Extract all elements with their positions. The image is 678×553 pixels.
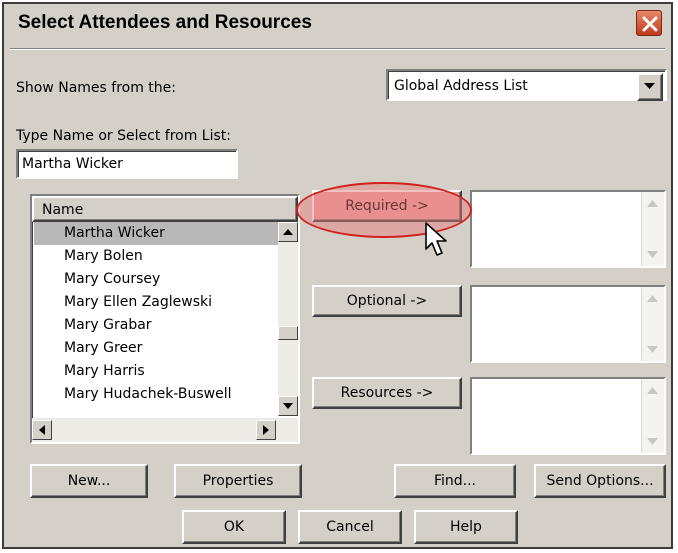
chevron-down-icon [647,346,658,353]
list-item-label: Mary Grabar [64,317,152,333]
properties-button-label: Properties [202,473,274,489]
list-item[interactable]: Mary Harris [34,360,278,383]
list-item[interactable]: Mary Greer [34,337,278,360]
resources-field-scrollbar[interactable] [641,379,664,453]
names-list[interactable]: Name Martha Wicker Mary Bolen Mary Cours… [30,194,300,444]
chevron-up-icon [283,229,293,235]
optional-button[interactable]: Optional -> [312,285,462,317]
list-item[interactable]: Mary Bolen [34,245,278,268]
optional-button-label: Optional -> [346,293,428,309]
chevron-down-icon [644,83,655,89]
ok-button-label: OK [223,519,245,535]
send-options-button-label: Send Options... [546,473,654,489]
list-item-label: Mary Coursey [64,271,161,287]
title-bar: Select Attendees and Resources [4,4,671,44]
cancel-button[interactable]: Cancel [298,510,402,544]
scroll-thumb[interactable] [278,326,298,340]
optional-field-scrollbar[interactable] [641,287,664,361]
list-vertical-scrollbar[interactable] [278,222,298,416]
list-horizontal-scrollbar[interactable] [32,418,298,442]
list-item-label: Mary Harris [64,363,145,379]
find-button[interactable]: Find... [394,464,516,498]
address-list-dropdown[interactable]: Global Address List [386,69,667,101]
list-item-label: Mary Bolen [64,248,143,264]
dropdown-arrow-button[interactable] [637,73,663,101]
close-icon [642,16,658,32]
chevron-up-icon [647,295,658,302]
required-attendees-field[interactable] [470,190,666,268]
required-button[interactable]: Required -> [312,190,462,222]
name-column-header-label: Name [42,202,84,218]
find-button-label: Find... [433,473,477,489]
new-button[interactable]: New... [30,464,148,498]
list-item[interactable]: Mary Coursey [34,268,278,291]
properties-button[interactable]: Properties [174,464,302,498]
mouse-cursor-icon [425,222,447,256]
chevron-up-icon [647,387,658,394]
title-separator [10,48,665,50]
cancel-button-label: Cancel [326,519,374,535]
send-options-button[interactable]: Send Options... [534,464,666,498]
scroll-up-button[interactable] [278,222,298,242]
show-names-label: Show Names from the: [16,80,176,96]
list-item[interactable]: Mary Grabar [34,314,278,337]
new-button-label: New... [67,473,111,489]
scroll-down-button[interactable] [278,396,298,416]
list-item[interactable]: Martha Wicker [34,222,278,245]
optional-attendees-field[interactable] [470,285,666,363]
help-button-label: Help [450,519,482,535]
chevron-down-icon [647,438,658,445]
resources-field[interactable] [470,377,666,455]
chevron-left-icon [39,425,45,435]
ok-button[interactable]: OK [182,510,286,544]
list-item[interactable]: Mary Ellen Zaglewski [34,291,278,314]
name-column-header[interactable]: Name [32,196,298,222]
chevron-down-icon [647,251,658,258]
list-item-partial [34,406,278,414]
chevron-up-icon [647,200,658,207]
list-item-label: Mary Hudachek-Buswell [64,386,232,402]
address-list-value: Global Address List [394,78,528,94]
required-field-scrollbar[interactable] [641,192,664,266]
dialog-title: Select Attendees and Resources [18,12,312,33]
list-item-label: Martha Wicker [64,225,165,241]
select-attendees-dialog: Select Attendees and Resources Show Name… [2,2,673,549]
list-item[interactable]: Mary Hudachek-Buswell [34,383,278,406]
chevron-down-icon [283,403,293,409]
name-search-input[interactable]: Martha Wicker [16,149,238,179]
chevron-right-icon [263,425,269,435]
scroll-left-button[interactable] [32,420,52,440]
resources-button-label: Resources -> [340,385,434,401]
close-button[interactable] [636,10,662,36]
type-name-label: Type Name or Select from List: [16,128,231,144]
resources-button[interactable]: Resources -> [312,377,462,409]
name-search-value: Martha Wicker [22,156,123,172]
required-button-label: Required -> [345,198,429,214]
list-item-label: Mary Greer [64,340,143,356]
help-button[interactable]: Help [414,510,518,544]
scroll-right-button[interactable] [256,420,276,440]
list-item-label: Mary Ellen Zaglewski [64,294,213,310]
